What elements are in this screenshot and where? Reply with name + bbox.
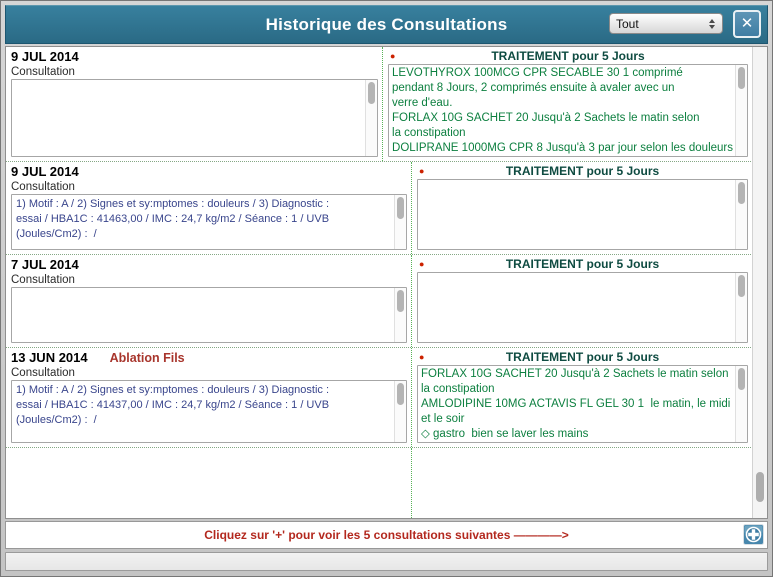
pagination-bar: Cliquez sur '+' pour voir les 5 consulta… <box>5 521 768 549</box>
consultation-list: 9 JUL 2014 Consultation ● TRAIT <box>5 46 768 519</box>
consultation-row: 9 JUL 2014 Consultation 1) Motif : A / 2… <box>6 162 753 255</box>
note-line: 1) Motif : A / 2) Signes et sy:mptomes :… <box>16 197 392 212</box>
treatment-scrollbar[interactable] <box>735 273 747 342</box>
main-scrollbar[interactable] <box>752 47 767 518</box>
treatment-line: la constipation <box>392 126 733 141</box>
treatment-line-clipped: DOLIPRANE 1000MG CPR 8 Jusqu'à 3 par jou… <box>392 141 733 156</box>
consultation-cell: 9 JUL 2014 Consultation 1) Motif : A / 2… <box>6 162 412 254</box>
record-bullet-icon: ● <box>419 350 424 364</box>
note-line: (Joules/Cm2) : / <box>16 413 392 428</box>
treatment-box[interactable] <box>417 272 748 343</box>
next-page-button[interactable] <box>743 524 764 545</box>
record-bullet-icon: ● <box>419 164 424 178</box>
treatment-line: verre d'eau. <box>392 96 733 111</box>
consultation-note-box[interactable] <box>11 79 378 157</box>
filter-dropdown-value: Tout <box>616 17 709 31</box>
main-scrollbar-thumb[interactable] <box>756 472 764 502</box>
consultation-date: 9 JUL 2014 <box>11 164 79 179</box>
record-bullet-icon: ● <box>419 257 424 271</box>
treatment-box[interactable]: FORLAX 10G SACHET 20 Jusqu'à 2 Sachets l… <box>417 365 748 443</box>
treatment-line: ◇ gastro bien se laver les mains <box>421 427 733 442</box>
consultation-type-label: Consultation <box>11 65 378 79</box>
consultation-tag: Ablation Fils <box>110 351 185 365</box>
consultation-row: 13 JUN 2014 Ablation Fils Consultation 1)… <box>6 348 753 448</box>
note-line: (Joules/Cm2) : / <box>16 227 392 242</box>
note-scrollbar[interactable] <box>394 381 406 442</box>
consultation-cell: 9 JUL 2014 Consultation <box>6 47 383 161</box>
consultation-date: 7 JUL 2014 <box>11 257 79 272</box>
scrollbar-thumb[interactable] <box>397 383 404 405</box>
window-frame: Historique des Consultations Tout ✕ 9 JU… <box>0 0 773 577</box>
treatment-cell: ● TRAITEMENT pour 5 Jours <box>412 255 753 347</box>
scrollbar-thumb[interactable] <box>738 182 745 204</box>
treatment-header: TRAITEMENT pour 5 Jours <box>491 49 644 63</box>
close-icon: ✕ <box>741 14 754 32</box>
consultation-type-label: Consultation <box>11 366 407 380</box>
chevron-up-down-icon <box>709 19 715 29</box>
plus-circle-icon <box>743 524 764 545</box>
consultation-type-label: Consultation <box>11 180 407 194</box>
next-consultations-hint: Cliquez sur '+' pour voir les 5 consulta… <box>204 528 568 542</box>
consultation-note-box[interactable]: 1) Motif : A / 2) Signes et sy:mptomes :… <box>11 380 407 443</box>
scrollbar-thumb[interactable] <box>397 290 404 312</box>
treatment-cell: ● TRAITEMENT pour 5 Jours LEVOTHYROX 100… <box>383 47 753 161</box>
note-line: 1) Motif : A / 2) Signes et sy:mptomes :… <box>16 383 392 398</box>
treatment-line: AMLODIPINE 10MG ACTAVIS FL GEL 30 1 le m… <box>421 397 733 412</box>
scrollbar-thumb[interactable] <box>738 67 745 89</box>
consultation-rows: 9 JUL 2014 Consultation ● TRAIT <box>6 47 753 518</box>
treatment-header: TRAITEMENT pour 5 Jours <box>506 164 659 178</box>
consultation-row: 7 JUL 2014 Consultation ● TRAIT <box>6 255 753 348</box>
treatment-line: FORLAX 10G SACHET 20 Jusqu'à 2 Sachets l… <box>421 367 733 382</box>
treatment-scrollbar[interactable] <box>735 65 747 156</box>
consultation-note-box[interactable]: 1) Motif : A / 2) Signes et sy:mptomes :… <box>11 194 407 250</box>
scrollbar-thumb[interactable] <box>738 275 745 297</box>
scrollbar-thumb[interactable] <box>738 368 745 390</box>
consultation-date: 13 JUN 2014 <box>11 350 88 365</box>
consultation-row: 9 JUL 2014 Consultation ● TRAIT <box>6 47 753 162</box>
empty-row <box>6 448 753 518</box>
treatment-box[interactable] <box>417 179 748 250</box>
scrollbar-thumb[interactable] <box>368 82 375 104</box>
note-scrollbar[interactable] <box>394 288 406 342</box>
close-button[interactable]: ✕ <box>733 10 761 38</box>
treatment-line: et le soir <box>421 412 733 427</box>
note-line: essai / HBA1C : 41463,00 / IMC : 24,7 kg… <box>16 212 392 227</box>
treatment-header: TRAITEMENT pour 5 Jours <box>506 350 659 364</box>
consultation-cell: 13 JUN 2014 Ablation Fils Consultation 1)… <box>6 348 412 447</box>
consultation-type-label: Consultation <box>11 273 407 287</box>
note-scrollbar[interactable] <box>394 195 406 249</box>
status-bar <box>5 552 768 571</box>
consultation-cell: 7 JUL 2014 Consultation <box>6 255 412 347</box>
treatment-line: pendant 8 Jours, 2 comprimés ensuite à a… <box>392 81 733 96</box>
treatment-line: FORLAX 10G SACHET 20 Jusqu'à 2 Sachets l… <box>392 111 733 126</box>
treatment-scrollbar[interactable] <box>735 180 747 249</box>
note-line: essai / HBA1C : 41437,00 / IMC : 24,7 kg… <box>16 398 392 413</box>
treatment-cell: ● TRAITEMENT pour 5 Jours FORLAX 10G SAC… <box>412 348 753 447</box>
note-scrollbar[interactable] <box>365 80 377 156</box>
record-bullet-icon: ● <box>390 49 395 63</box>
treatment-box[interactable]: LEVOTHYROX 100MCG CPR SECABLE 30 1 compr… <box>388 64 748 157</box>
treatment-scrollbar[interactable] <box>735 366 747 442</box>
treatment-cell: ● TRAITEMENT pour 5 Jours <box>412 162 753 254</box>
scrollbar-thumb[interactable] <box>397 197 404 219</box>
filter-dropdown[interactable]: Tout <box>609 13 723 34</box>
treatment-line: la constipation <box>421 382 733 397</box>
titlebar: Historique des Consultations Tout ✕ <box>5 5 768 44</box>
treatment-header: TRAITEMENT pour 5 Jours <box>506 257 659 271</box>
treatment-line: LEVOTHYROX 100MCG CPR SECABLE 30 1 compr… <box>392 66 733 81</box>
consultation-note-box[interactable] <box>11 287 407 343</box>
consultation-date: 9 JUL 2014 <box>11 49 79 64</box>
